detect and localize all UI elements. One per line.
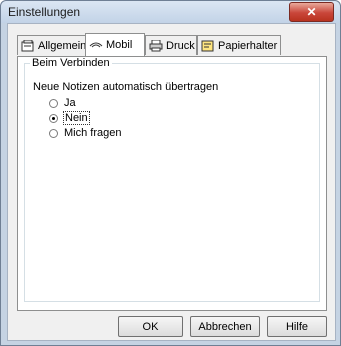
dialog-body: Allgemein Mobil Druck Papierhalter Beim … bbox=[7, 23, 336, 341]
radio-label: Ja bbox=[64, 97, 76, 109]
radio-mich-fragen[interactable]: Mich fragen bbox=[49, 127, 121, 139]
connect-groupbox: Beim Verbinden Neue Notizen automatisch … bbox=[24, 57, 320, 302]
tab-label: Druck bbox=[166, 39, 195, 52]
tab-allgemein[interactable]: Allgemein bbox=[17, 35, 86, 55]
printer-icon bbox=[149, 39, 163, 52]
mobile-connection-icon bbox=[89, 39, 103, 51]
close-icon: ✕ bbox=[306, 5, 317, 19]
general-settings-icon bbox=[21, 39, 35, 52]
settings-dialog: Einstellungen ✕ Allgemein Mobil Druck Pa… bbox=[0, 0, 341, 346]
dialog-title: Einstellungen bbox=[8, 5, 81, 19]
tab-label: Mobil bbox=[106, 39, 133, 51]
radio-ja[interactable]: Ja bbox=[49, 97, 76, 109]
radio-label: Nein bbox=[63, 111, 90, 125]
radio-label: Mich fragen bbox=[64, 127, 122, 139]
tab-papierhalter[interactable]: Papierhalter bbox=[197, 35, 281, 55]
paper-holder-icon bbox=[201, 40, 215, 52]
ok-button[interactable]: OK bbox=[118, 316, 183, 337]
tab-panel-mobil: Beim Verbinden Neue Notizen automatisch … bbox=[17, 56, 327, 311]
tab-label: Allgemein bbox=[38, 39, 87, 52]
radio-indicator bbox=[49, 128, 58, 138]
radio-indicator-selected bbox=[49, 113, 58, 123]
cancel-button[interactable]: Abbrechen bbox=[190, 316, 260, 337]
groupbox-legend: Beim Verbinden bbox=[30, 57, 112, 69]
title-bar[interactable]: Einstellungen ✕ bbox=[1, 1, 340, 23]
radio-nein[interactable]: Nein bbox=[49, 111, 90, 125]
radio-indicator bbox=[49, 98, 58, 108]
tab-mobil[interactable]: Mobil bbox=[85, 33, 145, 56]
close-button[interactable]: ✕ bbox=[289, 2, 334, 22]
auto-transfer-question: Neue Notizen automatisch übertragen bbox=[33, 81, 219, 93]
tab-label: Papierhalter bbox=[218, 39, 278, 52]
tab-druck[interactable]: Druck bbox=[145, 35, 197, 55]
help-button[interactable]: Hilfe bbox=[267, 316, 327, 337]
